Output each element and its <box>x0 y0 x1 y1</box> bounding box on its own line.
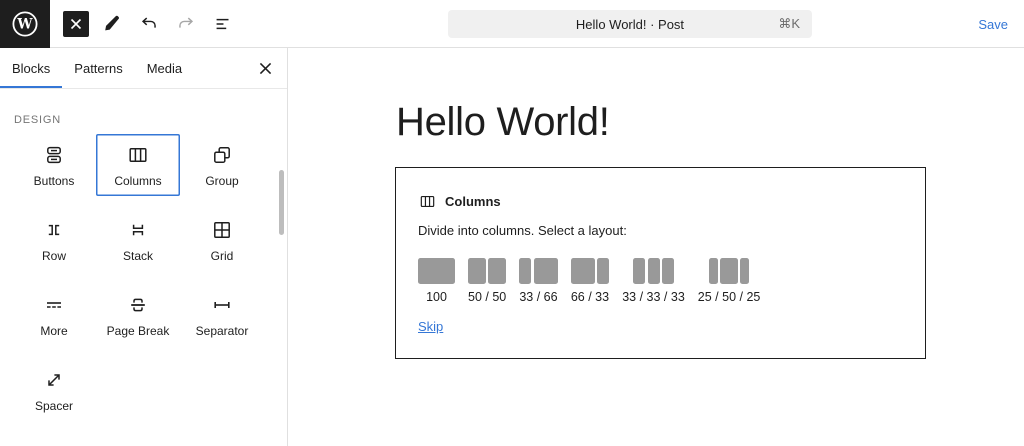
post-title[interactable]: Hello World! <box>396 100 1024 145</box>
document-title: Hello World! · Post <box>576 17 684 32</box>
document-overview-button[interactable] <box>209 10 237 38</box>
layout-option-label: 50 / 50 <box>468 290 506 304</box>
editor-top-bar: W Hello World! · Post ⌘K Save <box>0 0 1024 48</box>
list-view-icon <box>212 13 234 35</box>
layout-option-25-50-25[interactable]: 25 / 50 / 25 <box>698 258 761 304</box>
skip-button[interactable]: Skip <box>418 319 443 334</box>
block-item-grid[interactable]: Grid <box>180 209 264 271</box>
block-grid: Buttons Columns Group Row Stack Grid More Page … <box>12 134 287 421</box>
block-item-more[interactable]: More <box>12 284 96 346</box>
layout-column-rect <box>662 258 674 284</box>
tab-blocks[interactable]: Blocks <box>0 48 62 88</box>
block-item-label: Columns <box>114 174 161 188</box>
undo-icon <box>138 13 160 35</box>
separator-icon <box>210 293 234 317</box>
layout-preview <box>633 258 674 284</box>
sidebar-scrollbar[interactable] <box>279 170 284 235</box>
block-inserter-sidebar: BlocksPatternsMedia DESIGN Buttons Column… <box>0 48 288 446</box>
layout-option-label: 33 / 33 / 33 <box>622 290 685 304</box>
row-icon <box>42 218 66 242</box>
pencil-icon <box>101 13 123 35</box>
save-button[interactable]: Save <box>978 17 1008 32</box>
layout-option-label: 100 <box>426 290 447 304</box>
layout-preview <box>519 258 558 284</box>
block-item-separator[interactable]: Separator <box>180 284 264 346</box>
block-item-label: Spacer <box>35 399 73 413</box>
redo-icon <box>175 13 197 35</box>
block-item-group[interactable]: Group <box>180 134 264 196</box>
layout-preview <box>571 258 610 284</box>
layout-column-rect <box>597 258 609 284</box>
layout-option-33-33-33[interactable]: 33 / 33 / 33 <box>622 258 685 304</box>
block-item-spacer[interactable]: Spacer <box>12 359 96 421</box>
group-icon <box>210 143 234 167</box>
design-section-label: DESIGN <box>14 114 287 126</box>
close-icon <box>259 62 272 75</box>
command-shortcut: ⌘K <box>778 16 800 32</box>
block-item-label: Page Break <box>107 324 170 338</box>
layout-column-rect <box>633 258 645 284</box>
columns-placeholder-header: Columns <box>418 192 903 211</box>
block-item-label: Group <box>205 174 238 188</box>
layout-column-rect <box>720 258 738 284</box>
block-item-columns[interactable]: Columns <box>96 134 180 196</box>
edit-mode-button[interactable] <box>98 10 126 38</box>
wordpress-logo[interactable]: W <box>0 0 50 48</box>
redo-button[interactable] <box>172 10 200 38</box>
close-block-inserter-button[interactable] <box>63 11 89 37</box>
buttons-icon <box>42 143 66 167</box>
columns-block-placeholder: Columns Divide into columns. Select a la… <box>395 167 926 359</box>
layout-option-66-33[interactable]: 66 / 33 <box>571 258 610 304</box>
layout-column-rect <box>468 258 486 284</box>
block-item-page-break[interactable]: Page Break <box>96 284 180 346</box>
block-item-stack[interactable]: Stack <box>96 209 180 271</box>
layout-column-rect <box>519 258 531 284</box>
inserter-tabbar: BlocksPatternsMedia <box>0 48 287 89</box>
command-palette[interactable]: Hello World! · Post ⌘K <box>448 10 812 38</box>
stack-icon <box>126 218 150 242</box>
layout-column-rect <box>709 258 718 284</box>
editor-canvas: Hello World! Columns Divide into columns… <box>288 48 1024 446</box>
layout-option-label: 66 / 33 <box>571 290 609 304</box>
layout-column-rect <box>740 258 749 284</box>
layout-preview <box>468 258 506 284</box>
columns-placeholder-title: Columns <box>445 194 501 209</box>
layout-column-rect <box>418 258 455 284</box>
layout-column-rect <box>488 258 506 284</box>
layout-option-50-50[interactable]: 50 / 50 <box>468 258 506 304</box>
layout-option-label: 25 / 50 / 25 <box>698 290 761 304</box>
block-item-buttons[interactable]: Buttons <box>12 134 96 196</box>
block-item-label: Row <box>42 249 66 263</box>
layout-preview <box>418 258 455 284</box>
block-item-label: Stack <box>123 249 153 263</box>
block-item-label: Buttons <box>34 174 75 188</box>
layout-option-100[interactable]: 100 <box>418 258 455 304</box>
undo-button[interactable] <box>135 10 163 38</box>
block-item-row[interactable]: Row <box>12 209 96 271</box>
layout-column-rect <box>571 258 595 284</box>
columns-icon <box>418 192 437 211</box>
block-item-label: Separator <box>196 324 249 338</box>
layout-option-33-66[interactable]: 33 / 66 <box>519 258 558 304</box>
page-break-icon <box>126 293 150 317</box>
grid-icon <box>210 218 234 242</box>
more-icon <box>42 293 66 317</box>
close-icon <box>70 18 82 30</box>
layout-column-rect <box>648 258 660 284</box>
wordpress-logo-icon: W <box>10 9 40 39</box>
tab-patterns[interactable]: Patterns <box>62 48 134 88</box>
tab-media[interactable]: Media <box>135 48 194 88</box>
block-item-label: More <box>40 324 67 338</box>
block-item-label: Grid <box>211 249 234 263</box>
layout-option-label: 33 / 66 <box>519 290 557 304</box>
svg-text:W: W <box>16 16 33 32</box>
close-inserter-button[interactable] <box>251 54 279 82</box>
column-layout-options: 100 50 / 50 33 / 66 66 / 33 33 / 33 / 33 25 /… <box>418 258 903 304</box>
columns-placeholder-description: Divide into columns. Select a layout: <box>418 223 903 238</box>
spacer-icon <box>42 368 66 392</box>
layout-column-rect <box>534 258 558 284</box>
columns-icon <box>126 143 150 167</box>
layout-preview <box>709 258 749 284</box>
